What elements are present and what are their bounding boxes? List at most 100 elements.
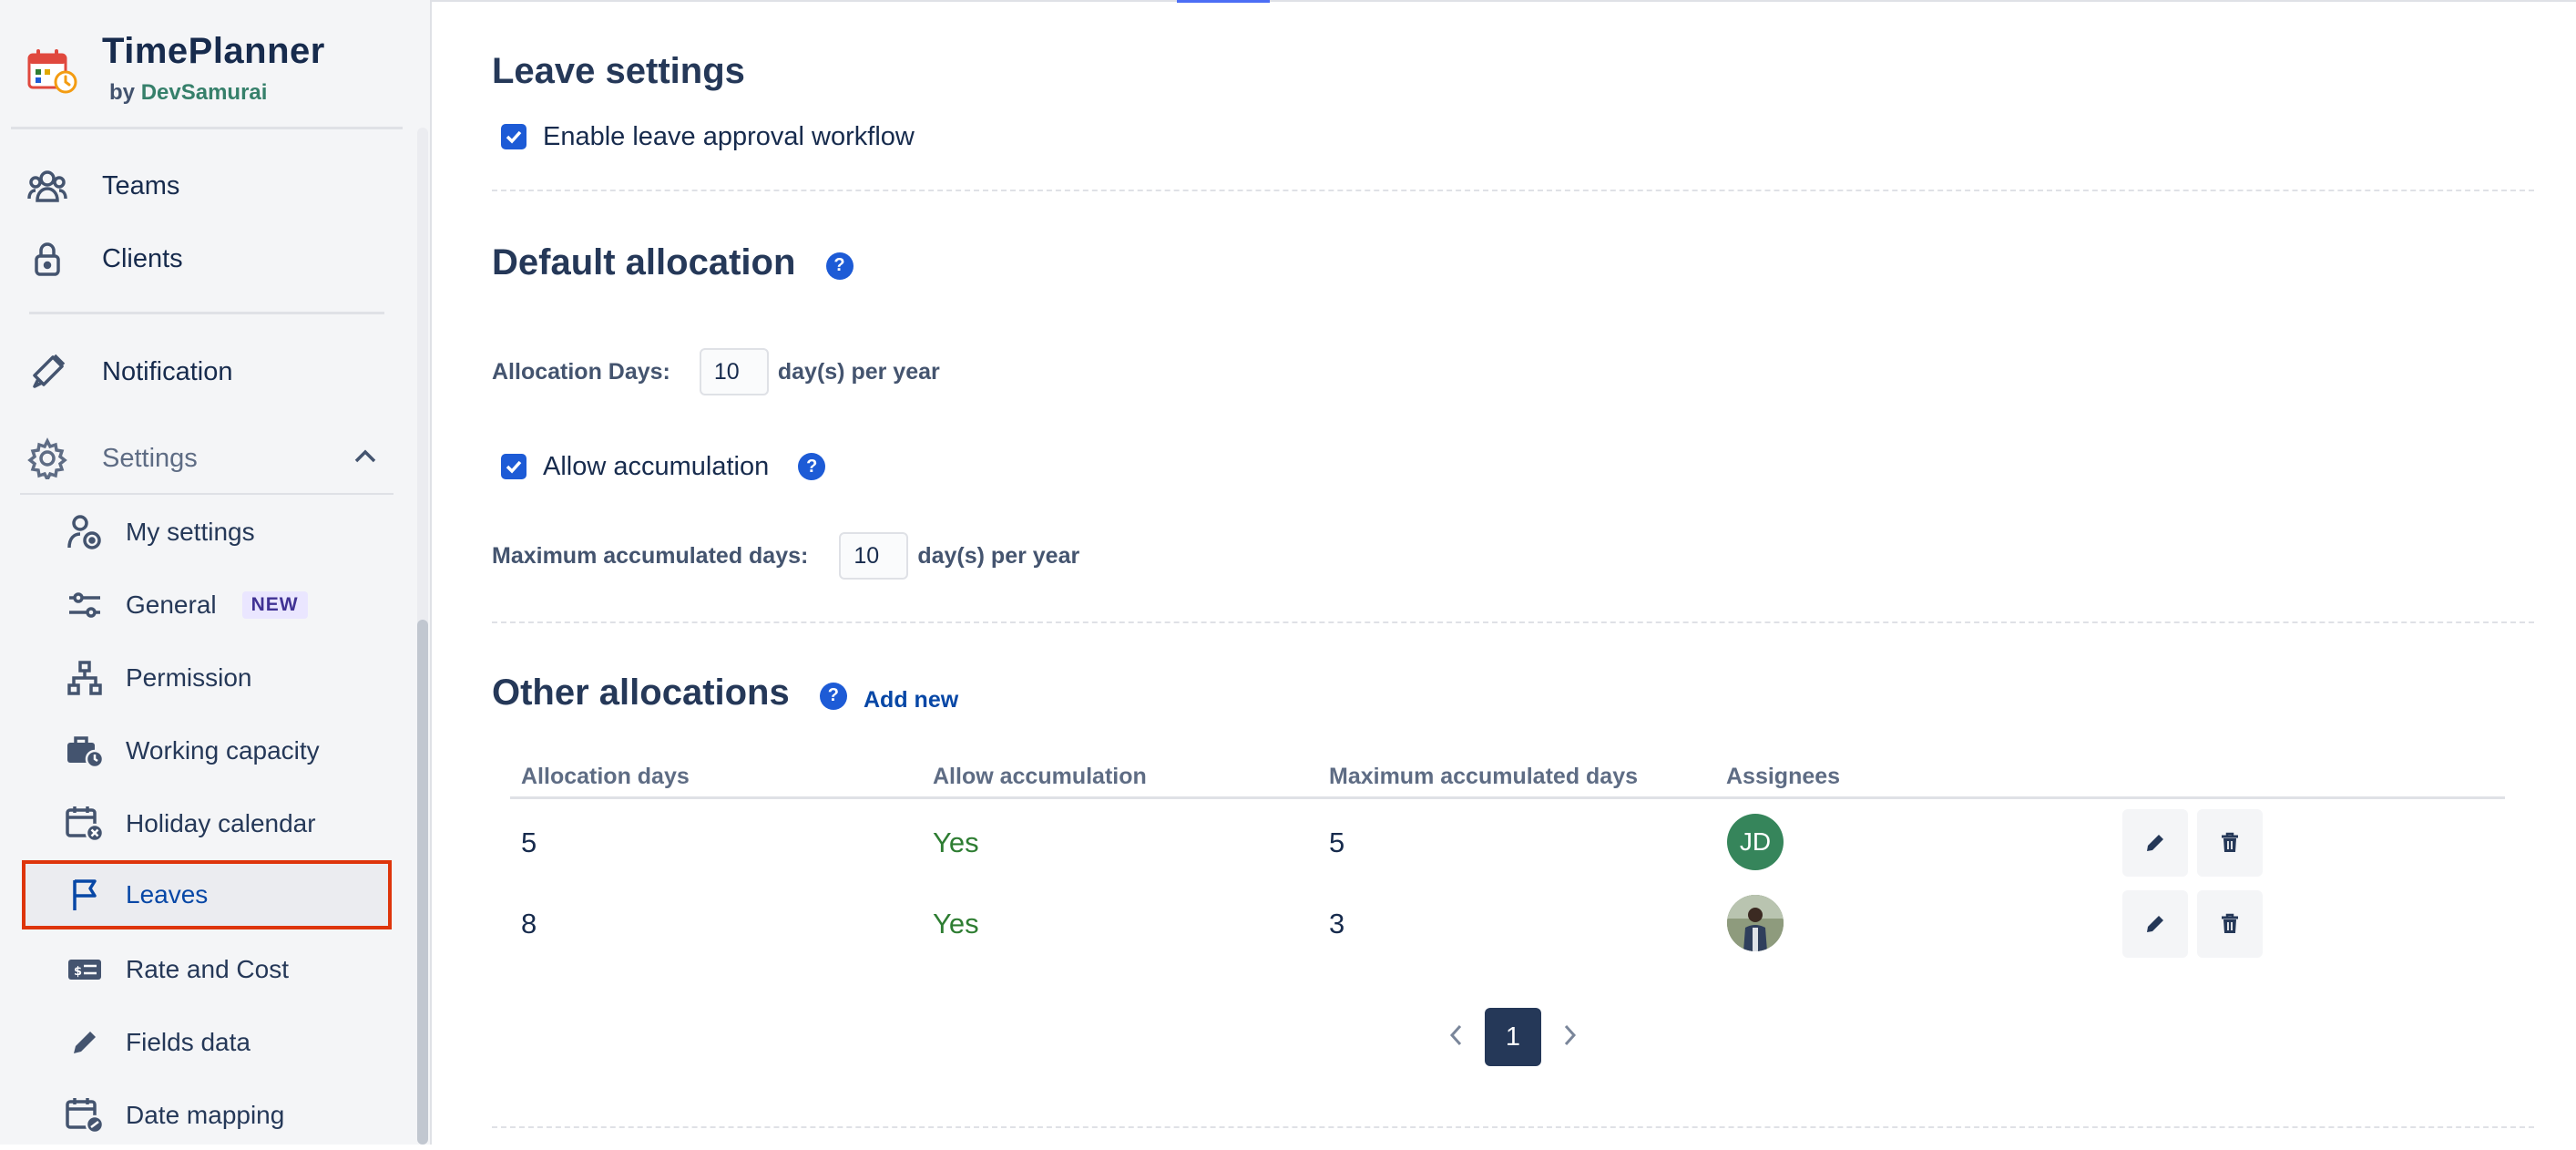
- edit-button[interactable]: [2122, 809, 2188, 877]
- max-accumulated-label: Maximum accumulated days:: [492, 542, 809, 569]
- checkmark-icon: [506, 130, 522, 144]
- pagination-next-button[interactable]: [1552, 1011, 1589, 1059]
- hierarchy-icon: [62, 655, 107, 701]
- trash-icon: [2222, 832, 2238, 852]
- sidebar-item-teams[interactable]: Teams: [20, 151, 392, 221]
- teams-icon: [24, 162, 71, 210]
- app-by-label: by: [109, 80, 136, 105]
- sidebar-item-holiday-calendar[interactable]: Holiday calendar: [22, 789, 392, 858]
- user-settings-icon: [62, 509, 107, 555]
- sidebar-item-label: Notification: [102, 356, 233, 386]
- pencil-icon: [62, 1020, 107, 1065]
- column-header-allocation-days: Allocation days: [521, 764, 690, 789]
- calendar-x-icon: [62, 801, 107, 847]
- megaphone-icon: [24, 348, 71, 395]
- chevron-up-icon[interactable]: [353, 447, 377, 468]
- sidebar-item-general[interactable]: General NEW: [22, 570, 392, 640]
- sidebar-item-label: Clients: [102, 243, 183, 273]
- sidebar-item-label: Fields data: [126, 1028, 250, 1056]
- default-allocation-title-text: Default allocation: [492, 242, 796, 282]
- money-card-icon: $: [62, 947, 107, 992]
- gear-icon: [24, 435, 71, 482]
- sidebar-item-label: My settings: [126, 518, 255, 546]
- allocation-days-cell: 8: [521, 908, 537, 940]
- sidebar-item-label: Date mapping: [126, 1101, 285, 1129]
- approval-workflow-row: Enable leave approval workflow: [501, 118, 915, 155]
- column-header-allow-accumulation: Allow accumulation: [933, 764, 1147, 789]
- lock-icon: [24, 235, 71, 282]
- avatar[interactable]: [1727, 895, 1784, 951]
- pagination-prev-button[interactable]: [1437, 1011, 1474, 1059]
- sidebar-item-my-settings[interactable]: My settings: [22, 498, 392, 567]
- sidebar-item-clients[interactable]: Clients: [20, 224, 392, 293]
- flag-icon: [62, 872, 107, 918]
- sidebar-item-label: Settings: [102, 443, 198, 473]
- avatar[interactable]: JD: [1727, 814, 1784, 870]
- leave-settings-title: Leave settings: [492, 51, 745, 91]
- sidebar-scrollbar-thumb[interactable]: [417, 620, 428, 1145]
- pencil-icon: [2147, 835, 2163, 851]
- allocation-days-row: Allocation Days: day(s) per year: [492, 343, 940, 401]
- max-accumulated-unit: day(s) per year: [917, 542, 1080, 569]
- sidebar-item-date-mapping[interactable]: Date mapping: [22, 1081, 392, 1150]
- sidebar-item-label: Working capacity: [126, 736, 320, 765]
- column-header-assignees: Assignees: [1726, 764, 1841, 789]
- sidebar-item-fields-data[interactable]: Fields data: [22, 1008, 392, 1077]
- table-header-divider: [510, 796, 2505, 799]
- delete-button[interactable]: [2197, 890, 2263, 958]
- trash-icon: [2222, 913, 2238, 933]
- allow-accumulation-row: Allow accumulation ?: [501, 448, 826, 485]
- allow-accumulation-label[interactable]: Allow accumulation: [543, 452, 769, 482]
- allow-accumulation-checkbox[interactable]: [501, 454, 526, 479]
- allocation-days-label: Allocation Days:: [492, 358, 670, 385]
- sidebar-item-notification[interactable]: Notification: [20, 337, 392, 406]
- other-allocations-title: Other allocations ?: [492, 673, 847, 714]
- allocation-days-input[interactable]: [699, 348, 769, 395]
- sidebar-divider: [29, 312, 384, 314]
- allow-accumulation-cell: Yes: [933, 908, 979, 940]
- section-divider: [492, 621, 2534, 623]
- chevron-right-icon: [1564, 1024, 1577, 1046]
- app-subtitle: by DevSamurai: [109, 80, 267, 106]
- allow-accumulation-cell: Yes: [933, 827, 979, 858]
- sidebar-item-label: Holiday calendar: [126, 809, 316, 837]
- help-icon[interactable]: ?: [798, 453, 826, 480]
- brand[interactable]: TimePlanner by DevSamurai: [27, 31, 410, 115]
- user-photo-icon: [1727, 895, 1784, 951]
- delete-button[interactable]: [2197, 809, 2263, 877]
- pagination-page-current[interactable]: 1: [1485, 1008, 1541, 1066]
- vendor-name: DevSamurai: [140, 80, 268, 105]
- briefcase-clock-icon: [62, 728, 107, 774]
- max-accumulated-input[interactable]: [839, 532, 909, 580]
- active-tab-indicator: [1177, 0, 1270, 3]
- sidebar-item-label: Rate and Cost: [126, 955, 289, 983]
- sidebar-item-label: Permission: [126, 663, 252, 692]
- help-icon[interactable]: ?: [825, 252, 854, 280]
- sidebar-item-permission[interactable]: Permission: [22, 643, 392, 713]
- sidebar-item-leaves[interactable]: Leaves: [22, 860, 392, 929]
- calendar-link-icon: [62, 1093, 107, 1138]
- approval-workflow-checkbox[interactable]: [501, 124, 526, 149]
- sidebar-item-settings[interactable]: Settings: [20, 424, 392, 493]
- allocation-days-cell: 5: [521, 827, 537, 858]
- sidebar-item-working-capacity[interactable]: Working capacity: [22, 716, 392, 785]
- svg-text:$: $: [74, 965, 82, 979]
- sidebar-item-label: General: [126, 590, 217, 619]
- sidebar-divider: [11, 127, 403, 129]
- sidebar-item-rate-and-cost[interactable]: $ Rate and Cost: [22, 935, 392, 1004]
- sidebar-item-label: Leaves: [126, 880, 209, 909]
- chevron-left-icon: [1449, 1024, 1462, 1046]
- sidebar-divider: [20, 493, 394, 495]
- help-icon[interactable]: ?: [819, 682, 847, 710]
- default-allocation-title: Default allocation ?: [492, 242, 854, 283]
- top-border: [432, 0, 2576, 2]
- checkmark-icon: [506, 460, 522, 474]
- new-badge: NEW: [241, 591, 308, 619]
- add-new-link[interactable]: Add new: [864, 687, 958, 714]
- approval-workflow-label[interactable]: Enable leave approval workflow: [543, 122, 915, 152]
- app-title: TimePlanner: [102, 31, 325, 71]
- edit-button[interactable]: [2122, 890, 2188, 958]
- pencil-icon: [2147, 916, 2163, 932]
- sidebar-item-label: Teams: [102, 170, 180, 200]
- max-accumulated-row: Maximum accumulated days: day(s) per yea…: [492, 527, 1079, 585]
